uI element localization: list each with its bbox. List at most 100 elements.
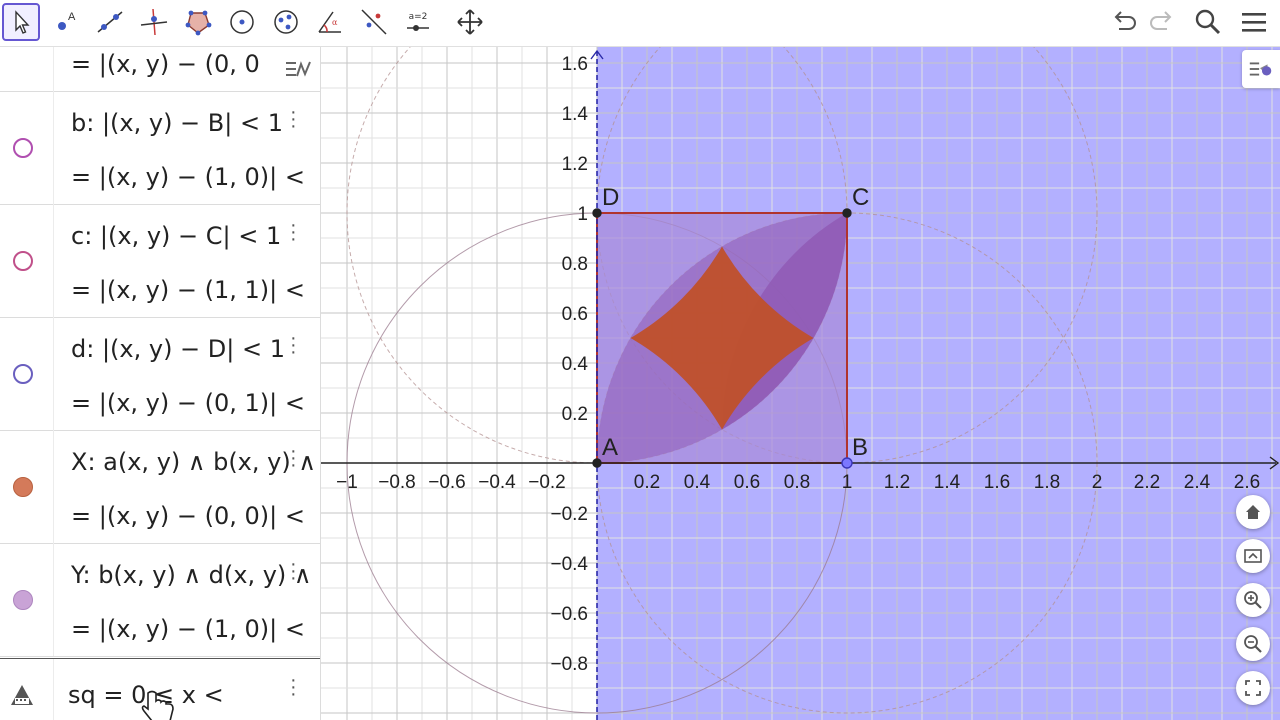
slider-tool-button[interactable]: a=2 — [399, 3, 437, 41]
home-button[interactable] — [1236, 495, 1270, 529]
graphics-view[interactable]: −1 −0.8 −0.6 −0.4 −0.2 0.2 0.4 0.6 0.8 1 1.2 1.4 1.6… — [321, 47, 1280, 720]
x-tick-label: 1.2 — [884, 472, 910, 493]
x-tick-label: 2.2 — [1134, 472, 1160, 493]
y-tick-label: 1.4 — [562, 104, 589, 125]
more-options-icon[interactable]: · · · — [290, 215, 300, 249]
style-bar-toggle-button[interactable] — [1242, 50, 1280, 88]
undo-icon — [1114, 11, 1136, 30]
hand-cursor-icon — [140, 689, 180, 720]
circle-three-points-tool-button[interactable] — [267, 3, 305, 41]
more-options-icon[interactable]: · · · — [290, 441, 300, 475]
x-tick-label: 2 — [1092, 472, 1103, 493]
more-options-icon[interactable]: · · · — [290, 670, 300, 704]
point-A — [592, 458, 602, 468]
move-arrows-icon — [457, 9, 483, 35]
y-tick-label: 0.8 — [562, 254, 588, 275]
entry-gutter — [0, 47, 54, 91]
point-B — [841, 457, 853, 469]
redo-button[interactable] — [1144, 4, 1180, 40]
undo-button[interactable] — [1106, 4, 1142, 40]
algebra-entry-c[interactable]: c: |(x, y) − C| < 1 · · · = |(x, y) − (1, … — [0, 204, 320, 318]
home-icon — [1246, 505, 1260, 519]
algebra-view: = |(x, y) − (0, 0 b: |(x, y) − B| < 1 · ·… — [0, 47, 321, 720]
zoom-out-button[interactable] — [1236, 627, 1270, 661]
algebra-entry-a[interactable]: = |(x, y) − (0, 0 — [0, 47, 320, 92]
hamburger-menu-icon — [1242, 13, 1266, 32]
entry-value: = |(x, y) − (1, 0)| < — [71, 163, 305, 191]
x-tick-label: 0.2 — [634, 472, 660, 493]
entry-definition[interactable]: X: a(x, y) ∧ b(x, y) ∧ — [71, 448, 316, 476]
move-graphics-tool-button[interactable] — [451, 3, 489, 41]
algebra-entry-b[interactable]: b: |(x, y) − B| < 1 · · · = |(x, y) − (1, … — [0, 91, 320, 205]
more-options-icon[interactable]: · · · — [290, 102, 300, 136]
algebra-entry-Y[interactable]: Y: b(x, y) ∧ d(x, y) ∧ · · · = |(x, y) − (… — [0, 543, 320, 657]
point-icon: A — [58, 11, 76, 30]
visibility-toggle[interactable] — [13, 477, 33, 497]
visibility-toggle[interactable] — [13, 590, 33, 610]
algebra-entry-d[interactable]: d: |(x, y) − D| < 1 · · · = |(x, y) − (0, … — [0, 317, 320, 431]
graphics-canvas[interactable]: −1 −0.8 −0.6 −0.4 −0.2 0.2 0.4 0.6 0.8 1 1.2 1.4 1.6… — [321, 47, 1280, 720]
x-tick-label: 0.6 — [734, 472, 760, 493]
graphics-settings-icon — [1244, 549, 1262, 563]
y-tick-label: 0.6 — [562, 304, 588, 325]
x-tick-label: −0.4 — [478, 472, 516, 493]
x-tick-label: 1.8 — [1034, 472, 1060, 493]
reflect-tool-button[interactable] — [355, 3, 393, 41]
algebra-entry-X[interactable]: X: a(x, y) ∧ b(x, y) ∧ · · · = |(x, y) − (… — [0, 430, 320, 544]
y-tick-label: 1.6 — [562, 54, 588, 75]
polygon-tool-button[interactable] — [179, 3, 217, 41]
zoom-out-icon — [1244, 635, 1262, 653]
zoom-in-button[interactable] — [1236, 583, 1270, 617]
point-C — [842, 208, 852, 218]
x-tick-label: −0.6 — [428, 472, 466, 493]
more-options-icon[interactable]: · · · — [290, 328, 300, 362]
entry-value: = |(x, y) − (1, 1)| < — [71, 276, 305, 304]
x-tick-label: 1 — [842, 472, 853, 493]
point-tool-button[interactable]: A — [47, 3, 85, 41]
fullscreen-icon — [1245, 680, 1261, 696]
algebra-graph-icon — [286, 61, 311, 77]
circle-icon — [230, 10, 254, 34]
perpendicular-icon — [140, 8, 168, 36]
zoom-in-icon — [1244, 591, 1262, 609]
toolbar: A α a=2 — [0, 0, 1280, 47]
search-button[interactable] — [1190, 4, 1226, 40]
circle-center-tool-button[interactable] — [223, 3, 261, 41]
line-tool-button[interactable] — [91, 3, 129, 41]
angle-icon: α — [318, 11, 341, 33]
reflect-icon — [361, 9, 387, 35]
entry-definition[interactable]: c: |(x, y) − C| < 1 — [71, 222, 281, 250]
svg-text:A: A — [68, 11, 76, 23]
menu-button[interactable] — [1236, 4, 1272, 40]
view-toggle-button[interactable] — [1236, 539, 1270, 573]
visibility-toggle[interactable] — [13, 251, 33, 271]
entry-definition[interactable]: Y: b(x, y) ∧ d(x, y) ∧ — [71, 561, 311, 589]
algebra-input-row[interactable]: sq = 0 ≤ x < · · · — [0, 658, 320, 720]
visibility-toggle[interactable] — [13, 364, 33, 384]
slider-tool-label: a=2 — [409, 12, 428, 22]
perpendicular-line-tool-button[interactable] — [135, 3, 173, 41]
polygon-icon — [185, 10, 212, 36]
entry-definition[interactable]: b: |(x, y) − B| < 1 — [71, 109, 283, 137]
line-icon — [97, 11, 123, 33]
entry-value: = |(x, y) − (0, 1)| < — [71, 389, 305, 417]
toggle-algebra-view-button[interactable] — [280, 50, 318, 88]
x-tick-label: −1 — [336, 472, 358, 493]
entry-definition[interactable]: d: |(x, y) − D| < 1 — [71, 335, 285, 363]
y-tick-label: −0.2 — [550, 504, 588, 525]
keyboard-icon[interactable] — [9, 683, 35, 709]
x-tick-label: −0.2 — [528, 472, 566, 493]
visibility-toggle[interactable] — [13, 138, 33, 158]
angle-tool-button[interactable]: α — [311, 3, 349, 41]
slider-icon: a=2 — [407, 12, 429, 31]
fullscreen-button[interactable] — [1236, 671, 1270, 705]
x-tick-label: −0.8 — [378, 472, 416, 493]
redo-icon — [1150, 11, 1172, 30]
cursor-icon — [15, 10, 30, 34]
point-label-B: B — [852, 434, 868, 461]
point-label-C: C — [852, 184, 869, 211]
move-tool-button[interactable] — [2, 3, 40, 41]
more-options-icon[interactable]: · · · — [290, 554, 300, 588]
x-tick-label: 2.4 — [1184, 472, 1211, 493]
y-tick-label: 0.4 — [562, 354, 589, 375]
